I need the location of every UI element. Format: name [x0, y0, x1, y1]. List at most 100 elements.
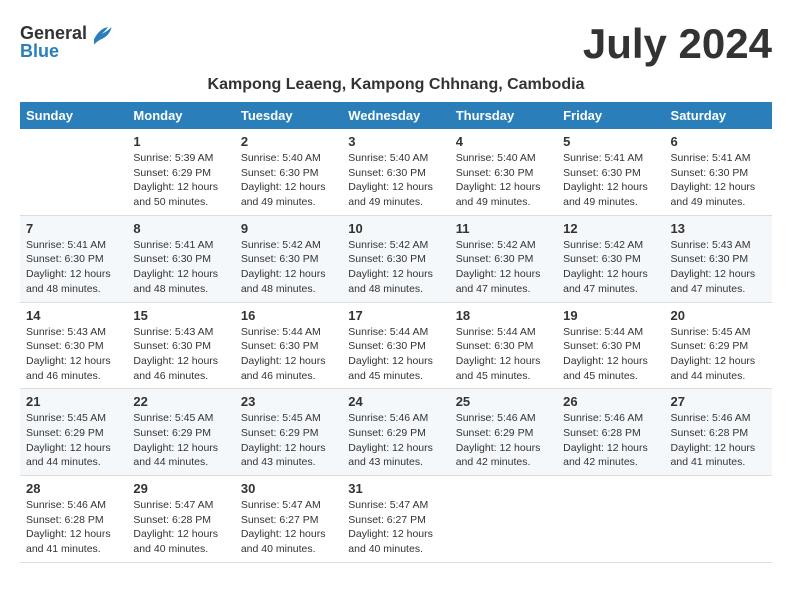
day-info: Sunrise: 5:46 AM Sunset: 6:29 PM Dayligh…: [456, 411, 551, 470]
day-number: 8: [133, 221, 228, 236]
day-info: Sunrise: 5:42 AM Sunset: 6:30 PM Dayligh…: [241, 238, 336, 297]
day-number: 4: [456, 134, 551, 149]
weekday-header-monday: Monday: [127, 102, 234, 129]
day-number: 17: [348, 308, 443, 323]
page-container: General Blue July 2024 Kampong Leaeng, K…: [20, 20, 772, 563]
calendar-cell: 17 Sunrise: 5:44 AM Sunset: 6:30 PM Dayli…: [342, 302, 449, 389]
calendar-cell: 14 Sunrise: 5:43 AM Sunset: 6:30 PM Dayli…: [20, 302, 127, 389]
day-number: 1: [133, 134, 228, 149]
day-info: Sunrise: 5:44 AM Sunset: 6:30 PM Dayligh…: [241, 325, 336, 384]
day-number: 16: [241, 308, 336, 323]
day-number: 10: [348, 221, 443, 236]
day-info: Sunrise: 5:46 AM Sunset: 6:29 PM Dayligh…: [348, 411, 443, 470]
calendar-cell: 15 Sunrise: 5:43 AM Sunset: 6:30 PM Dayli…: [127, 302, 234, 389]
calendar-cell: [20, 129, 127, 215]
weekday-header-friday: Friday: [557, 102, 664, 129]
calendar-cell: 31Sunrise: 5:47 AM Sunset: 6:27 PM Dayli…: [342, 476, 449, 563]
day-info: Sunrise: 5:42 AM Sunset: 6:30 PM Dayligh…: [348, 238, 443, 297]
calendar-cell: 7 Sunrise: 5:41 AM Sunset: 6:30 PM Daylig…: [20, 215, 127, 302]
calendar-cell: 5 Sunrise: 5:41 AM Sunset: 6:30 PM Daylig…: [557, 129, 664, 215]
day-info: Sunrise: 5:44 AM Sunset: 6:30 PM Dayligh…: [563, 325, 658, 384]
calendar-week-row: 21 Sunrise: 5:45 AM Sunset: 6:29 PM Dayli…: [20, 389, 772, 476]
day-number: 20: [671, 308, 766, 323]
day-number: 18: [456, 308, 551, 323]
day-number: 11: [456, 221, 551, 236]
weekday-header-tuesday: Tuesday: [235, 102, 342, 129]
day-info: Sunrise: 5:41 AM Sunset: 6:30 PM Dayligh…: [133, 238, 228, 297]
day-number: 29: [133, 481, 228, 496]
day-info: Sunrise: 5:40 AM Sunset: 6:30 PM Dayligh…: [348, 151, 443, 210]
day-info: Sunrise: 5:47 AM Sunset: 6:28 PM Dayligh…: [133, 498, 228, 557]
day-info: Sunrise: 5:45 AM Sunset: 6:29 PM Dayligh…: [671, 325, 766, 384]
day-info: Sunrise: 5:39 AM Sunset: 6:29 PM Dayligh…: [133, 151, 228, 210]
calendar-cell: 12 Sunrise: 5:42 AM Sunset: 6:30 PM Dayli…: [557, 215, 664, 302]
logo-text-blue: Blue: [20, 42, 59, 62]
day-number: 26: [563, 394, 658, 409]
day-number: 27: [671, 394, 766, 409]
day-info: Sunrise: 5:41 AM Sunset: 6:30 PM Dayligh…: [671, 151, 766, 210]
day-number: 6: [671, 134, 766, 149]
calendar-week-row: 7 Sunrise: 5:41 AM Sunset: 6:30 PM Daylig…: [20, 215, 772, 302]
day-info: Sunrise: 5:44 AM Sunset: 6:30 PM Dayligh…: [348, 325, 443, 384]
day-number: 3: [348, 134, 443, 149]
calendar-cell: 21Sunrise: 5:45 AM Sunset: 6:29 PM Dayli…: [20, 389, 127, 476]
weekday-header-row: SundayMondayTuesdayWednesdayThursdayFrid…: [20, 102, 772, 129]
calendar-cell: 10 Sunrise: 5:42 AM Sunset: 6:30 PM Dayli…: [342, 215, 449, 302]
day-info: Sunrise: 5:43 AM Sunset: 6:30 PM Dayligh…: [133, 325, 228, 384]
calendar-cell: 18 Sunrise: 5:44 AM Sunset: 6:30 PM Dayli…: [450, 302, 557, 389]
calendar-week-row: 1 Sunrise: 5:39 AM Sunset: 6:29 PM Daylig…: [20, 129, 772, 215]
month-title: July 2024: [583, 20, 772, 68]
weekday-header-thursday: Thursday: [450, 102, 557, 129]
day-number: 14: [26, 308, 121, 323]
calendar-cell: 16 Sunrise: 5:44 AM Sunset: 6:30 PM Dayli…: [235, 302, 342, 389]
calendar-cell: 23 Sunrise: 5:45 AM Sunset: 6:29 PM Dayli…: [235, 389, 342, 476]
day-info: Sunrise: 5:43 AM Sunset: 6:30 PM Dayligh…: [26, 325, 121, 384]
calendar-cell: 29 Sunrise: 5:47 AM Sunset: 6:28 PM Dayli…: [127, 476, 234, 563]
calendar-cell: 13Sunrise: 5:43 AM Sunset: 6:30 PM Dayli…: [665, 215, 772, 302]
calendar-cell: 19 Sunrise: 5:44 AM Sunset: 6:30 PM Dayli…: [557, 302, 664, 389]
day-number: 28: [26, 481, 121, 496]
day-number: 19: [563, 308, 658, 323]
calendar-cell: 1 Sunrise: 5:39 AM Sunset: 6:29 PM Daylig…: [127, 129, 234, 215]
day-number: 22: [133, 394, 228, 409]
header-section: General Blue July 2024: [20, 20, 772, 68]
day-info: Sunrise: 5:42 AM Sunset: 6:30 PM Dayligh…: [563, 238, 658, 297]
day-info: Sunrise: 5:46 AM Sunset: 6:28 PM Dayligh…: [563, 411, 658, 470]
day-info: Sunrise: 5:47 AM Sunset: 6:27 PM Dayligh…: [348, 498, 443, 557]
day-number: 7: [26, 221, 121, 236]
day-number: 12: [563, 221, 658, 236]
day-number: 2: [241, 134, 336, 149]
day-number: 5: [563, 134, 658, 149]
calendar-cell: 6 Sunrise: 5:41 AM Sunset: 6:30 PM Daylig…: [665, 129, 772, 215]
day-info: Sunrise: 5:41 AM Sunset: 6:30 PM Dayligh…: [26, 238, 121, 297]
calendar-cell: 26 Sunrise: 5:46 AM Sunset: 6:28 PM Dayli…: [557, 389, 664, 476]
day-number: 23: [241, 394, 336, 409]
day-info: Sunrise: 5:46 AM Sunset: 6:28 PM Dayligh…: [671, 411, 766, 470]
day-info: Sunrise: 5:45 AM Sunset: 6:29 PM Dayligh…: [241, 411, 336, 470]
calendar-cell: 27 Sunrise: 5:46 AM Sunset: 6:28 PM Dayli…: [665, 389, 772, 476]
day-number: 15: [133, 308, 228, 323]
day-info: Sunrise: 5:41 AM Sunset: 6:30 PM Dayligh…: [563, 151, 658, 210]
calendar-cell: [557, 476, 664, 563]
calendar-cell: 2 Sunrise: 5:40 AM Sunset: 6:30 PM Daylig…: [235, 129, 342, 215]
day-number: 24: [348, 394, 443, 409]
calendar-table: SundayMondayTuesdayWednesdayThursdayFrid…: [20, 102, 772, 563]
calendar-cell: 22 Sunrise: 5:45 AM Sunset: 6:29 PM Dayli…: [127, 389, 234, 476]
day-info: Sunrise: 5:40 AM Sunset: 6:30 PM Dayligh…: [456, 151, 551, 210]
day-number: 25: [456, 394, 551, 409]
day-info: Sunrise: 5:47 AM Sunset: 6:27 PM Dayligh…: [241, 498, 336, 557]
day-info: Sunrise: 5:40 AM Sunset: 6:30 PM Dayligh…: [241, 151, 336, 210]
day-number: 21: [26, 394, 121, 409]
calendar-week-row: 28 Sunrise: 5:46 AM Sunset: 6:28 PM Dayli…: [20, 476, 772, 563]
calendar-cell: 11Sunrise: 5:42 AM Sunset: 6:30 PM Dayli…: [450, 215, 557, 302]
day-info: Sunrise: 5:46 AM Sunset: 6:28 PM Dayligh…: [26, 498, 121, 557]
calendar-cell: 9Sunrise: 5:42 AM Sunset: 6:30 PM Daylig…: [235, 215, 342, 302]
day-info: Sunrise: 5:44 AM Sunset: 6:30 PM Dayligh…: [456, 325, 551, 384]
calendar-cell: [665, 476, 772, 563]
day-info: Sunrise: 5:45 AM Sunset: 6:29 PM Dayligh…: [133, 411, 228, 470]
day-number: 13: [671, 221, 766, 236]
calendar-cell: [450, 476, 557, 563]
calendar-cell: 4 Sunrise: 5:40 AM Sunset: 6:30 PM Daylig…: [450, 129, 557, 215]
calendar-week-row: 14 Sunrise: 5:43 AM Sunset: 6:30 PM Dayli…: [20, 302, 772, 389]
day-number: 30: [241, 481, 336, 496]
